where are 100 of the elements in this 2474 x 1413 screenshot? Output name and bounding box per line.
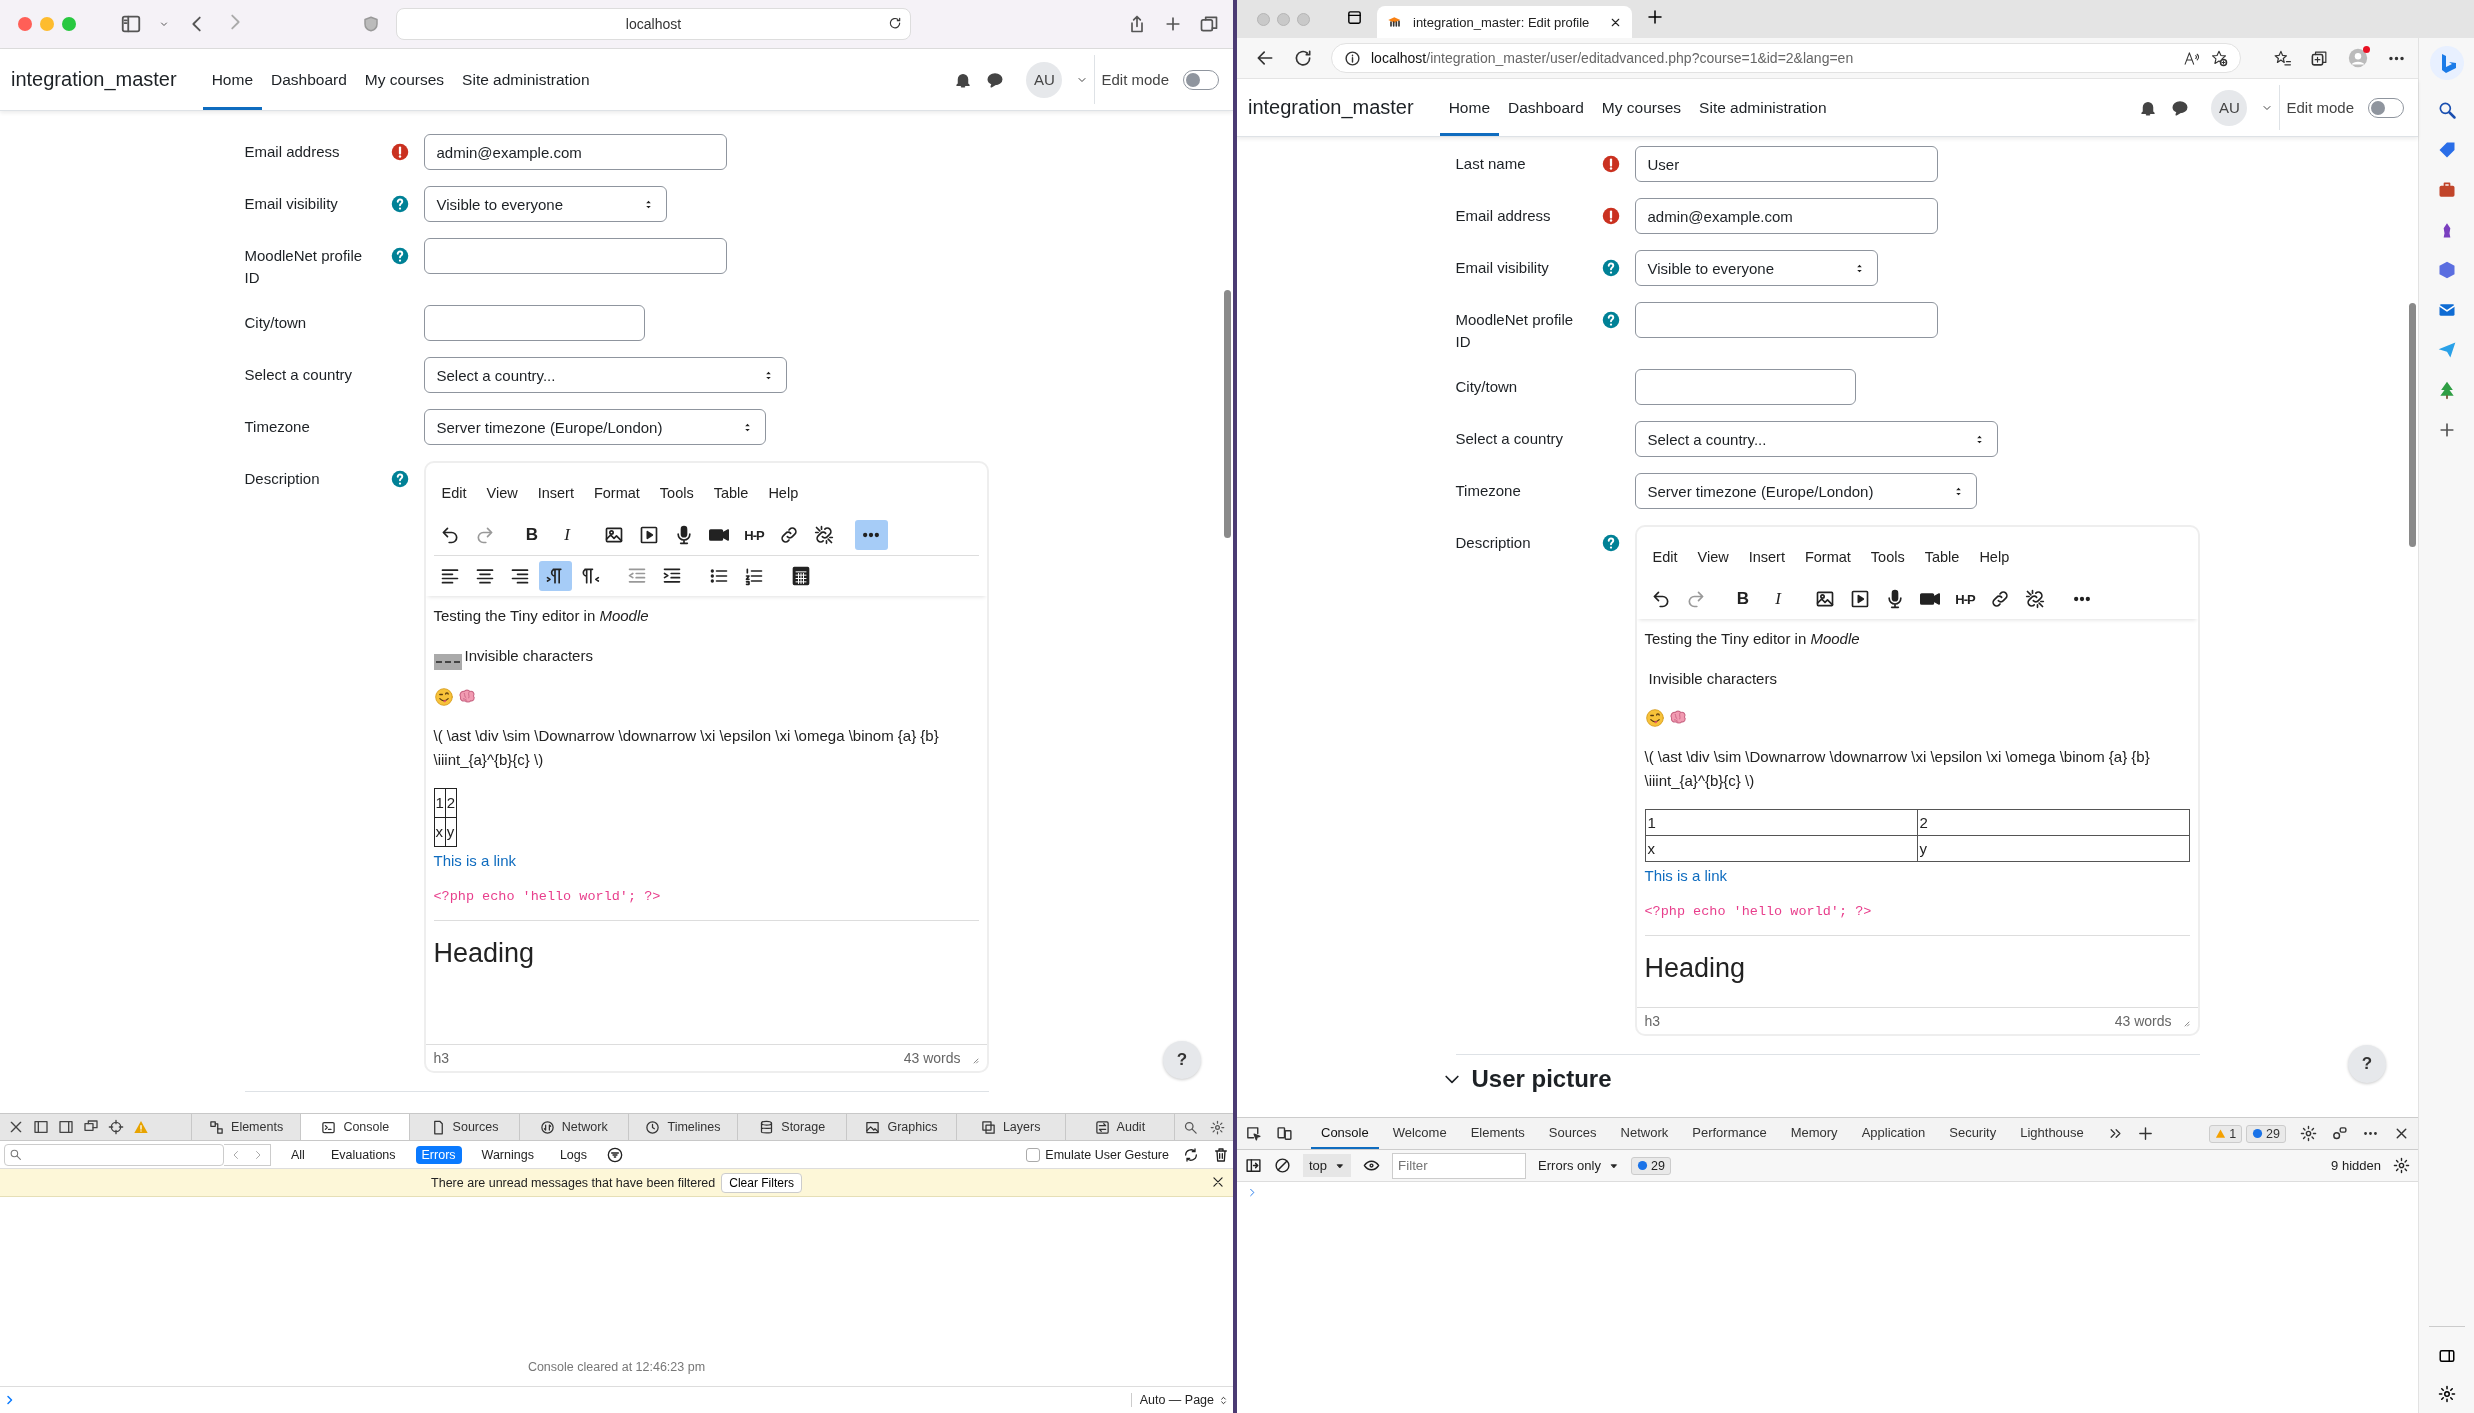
- help-icon[interactable]: [1601, 311, 1620, 329]
- bold-button[interactable]: B: [515, 520, 549, 550]
- devtools-tab[interactable]: Lighthouse: [2010, 1118, 2094, 1149]
- help-icon[interactable]: [390, 470, 409, 488]
- devtools-tab[interactable]: Graphics: [846, 1114, 956, 1140]
- devtools-tab[interactable]: Memory: [1780, 1118, 1848, 1149]
- devtools-tab[interactable]: Application: [1851, 1118, 1936, 1149]
- devtools-tab[interactable]: Storage: [737, 1114, 847, 1140]
- menu-item[interactable]: Table: [705, 481, 757, 505]
- inspect-icon[interactable]: [1245, 1125, 1262, 1142]
- filter-button[interactable]: Warnings: [475, 1145, 540, 1164]
- menu-item[interactable]: Help: [760, 481, 807, 505]
- filter-button[interactable]: Errors: [415, 1145, 462, 1164]
- nav-link[interactable]: My courses: [1592, 79, 1691, 136]
- context-dropdown[interactable]: top: [1303, 1154, 1352, 1177]
- devtools-tab[interactable]: Performance: [1682, 1118, 1777, 1149]
- input-field[interactable]: [1634, 369, 1856, 405]
- input-field[interactable]: User: [1634, 146, 1938, 182]
- devtools-tab[interactable]: Sources: [409, 1114, 519, 1140]
- favorites-icon[interactable]: [2273, 48, 2292, 68]
- checkbox[interactable]: [1026, 1147, 1041, 1162]
- edit-mode-toggle[interactable]: [1183, 69, 1219, 90]
- reload-icon[interactable]: [1183, 1146, 1199, 1163]
- user-avatar[interactable]: AU: [1026, 61, 1063, 98]
- message-count[interactable]: 29: [1630, 1156, 1671, 1175]
- devtools-tab[interactable]: Network: [1610, 1118, 1679, 1149]
- filter-button[interactable]: Evaluations: [324, 1145, 402, 1164]
- settings-icon[interactable]: [1209, 1119, 1225, 1135]
- log-level-dropdown[interactable]: Errors only: [1538, 1158, 1619, 1173]
- tab-actions-icon[interactable]: [1346, 8, 1363, 26]
- scrollbar[interactable]: [2409, 303, 2416, 547]
- connect-icon[interactable]: [2331, 1125, 2348, 1142]
- help-icon[interactable]: [390, 195, 409, 213]
- filter-button[interactable]: Logs: [553, 1145, 593, 1164]
- menu-item[interactable]: Tools: [651, 481, 702, 505]
- ltr-button[interactable]: [538, 561, 572, 591]
- menu-item[interactable]: View: [1689, 545, 1737, 569]
- select-field[interactable]: Visible to everyone: [1634, 250, 1878, 286]
- menu-item[interactable]: View: [478, 481, 526, 505]
- sidebar-icon[interactable]: [120, 13, 142, 35]
- input-field[interactable]: [423, 305, 645, 341]
- menu-item[interactable]: Insert: [1740, 545, 1793, 569]
- nav-link[interactable]: Dashboard: [1499, 79, 1593, 136]
- message-count[interactable]: 29: [2246, 1124, 2286, 1143]
- italic-button[interactable]: I: [1761, 584, 1795, 614]
- nav-link[interactable]: My courses: [355, 49, 454, 110]
- nav-link[interactable]: Site administration: [453, 49, 599, 110]
- trash-icon[interactable]: [1213, 1146, 1229, 1163]
- filter-lines-icon[interactable]: [607, 1146, 623, 1163]
- content-link[interactable]: This is a link: [1644, 864, 1728, 888]
- profile-icon[interactable]: [2347, 47, 2369, 69]
- devtools-tab[interactable]: Audit: [1064, 1114, 1174, 1140]
- reload-icon[interactable]: [888, 16, 902, 30]
- new-tab-icon[interactable]: [1646, 8, 1665, 26]
- dock-right-icon[interactable]: [58, 1119, 74, 1135]
- mode-selector[interactable]: Auto — Page: [1139, 1393, 1214, 1407]
- select-field[interactable]: Visible to everyone: [423, 186, 667, 222]
- menu-item[interactable]: Tools: [1862, 545, 1913, 569]
- warning-count[interactable]: 1: [2209, 1124, 2243, 1143]
- menu-item[interactable]: Insert: [529, 481, 582, 505]
- devtools-tab[interactable]: Elements: [1460, 1118, 1535, 1149]
- menu-item[interactable]: Help: [1971, 545, 2018, 569]
- help-button[interactable]: ?: [2348, 1045, 2386, 1083]
- more-button[interactable]: [854, 520, 888, 550]
- menu-item[interactable]: Table: [1916, 545, 1968, 569]
- nav-link[interactable]: Dashboard: [262, 49, 356, 110]
- h5p-button[interactable]: H-P: [1948, 584, 1982, 614]
- star-plus-icon[interactable]: [2210, 49, 2228, 67]
- read-aloud-icon[interactable]: [2183, 49, 2200, 67]
- briefcase-icon[interactable]: [2436, 180, 2457, 200]
- dock-bottom-icon[interactable]: [33, 1119, 49, 1135]
- help-button[interactable]: ?: [1163, 1041, 1201, 1079]
- clear-filters-button[interactable]: Clear Filters: [721, 1172, 802, 1193]
- address-field[interactable]: localhost: [396, 8, 911, 40]
- sidebar-toggle-icon[interactable]: [1245, 1157, 1262, 1174]
- content-link[interactable]: This is a link: [433, 849, 517, 873]
- help-icon[interactable]: [1601, 259, 1620, 277]
- settings-icon[interactable]: [2437, 1385, 2456, 1403]
- section-heading[interactable]: User picture: [1471, 1065, 1612, 1093]
- devtools-tab[interactable]: Layers: [955, 1114, 1065, 1140]
- sidebar-panel-icon[interactable]: [2437, 1347, 2456, 1365]
- chat-bubble-icon[interactable]: [986, 70, 1005, 89]
- select-field[interactable]: Server timezone (Europe/London): [1634, 473, 1978, 509]
- devtools-tab[interactable]: Welcome: [1382, 1118, 1457, 1149]
- edit-mode-toggle[interactable]: [2368, 97, 2404, 118]
- chat-bubble-icon[interactable]: [2171, 98, 2190, 117]
- h5p-button[interactable]: H-P: [737, 520, 771, 550]
- search-field[interactable]: [4, 1143, 224, 1166]
- back-icon[interactable]: [1255, 48, 1275, 68]
- site-name[interactable]: integration_master: [1248, 96, 1414, 119]
- shield-icon[interactable]: [362, 15, 380, 33]
- tabs-overview-icon[interactable]: [1199, 14, 1219, 34]
- select-field[interactable]: Select a country...: [1634, 421, 1998, 457]
- select-field[interactable]: Select a country...: [423, 357, 787, 393]
- help-icon[interactable]: [390, 247, 409, 265]
- close-icon[interactable]: [8, 1119, 24, 1135]
- select-field[interactable]: Server timezone (Europe/London): [423, 409, 767, 445]
- bold-button[interactable]: B: [1726, 584, 1760, 614]
- site-name[interactable]: integration_master: [11, 68, 177, 91]
- plus-icon[interactable]: [2136, 1125, 2154, 1142]
